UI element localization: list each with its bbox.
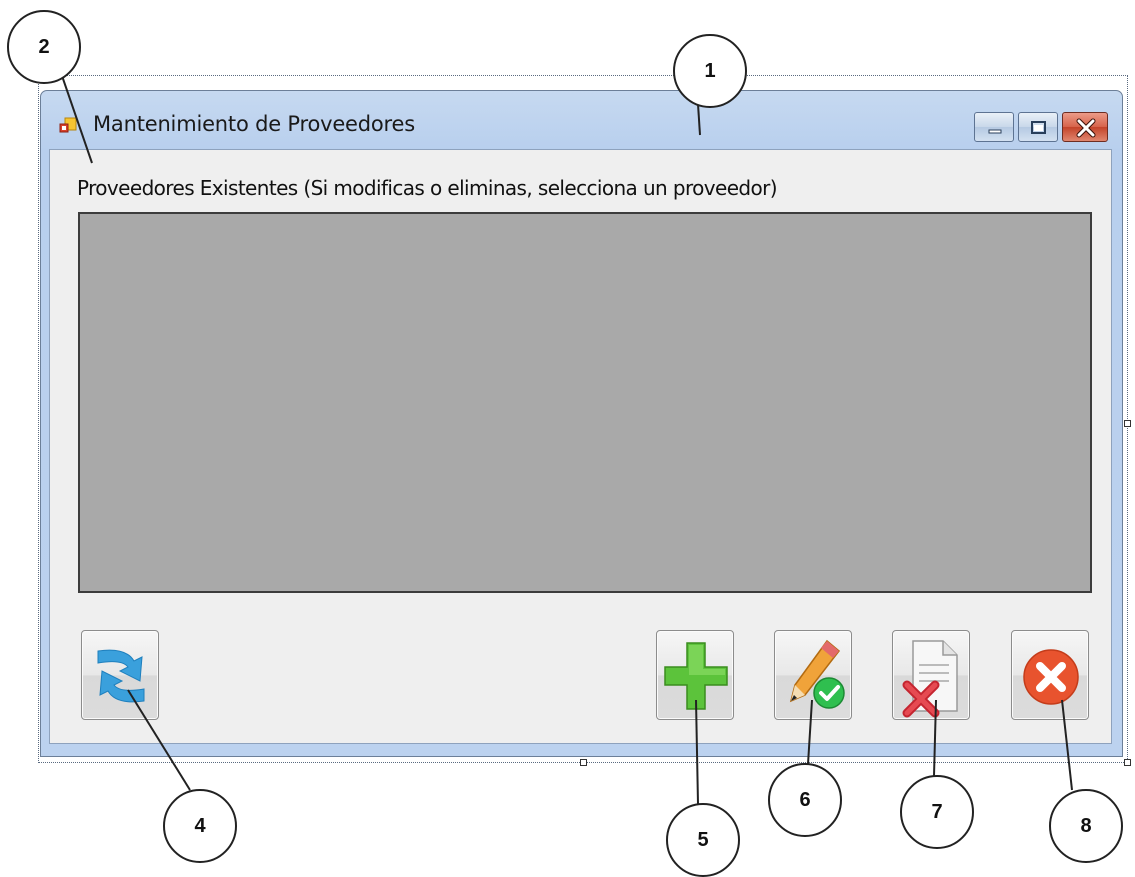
callout-4: 4 [163,789,237,863]
callout-2: 2 [7,10,81,84]
callout-1: 1 [673,34,747,108]
callout-7: 7 [900,775,974,849]
callout-8: 8 [1049,789,1123,863]
callout-leaders [59,69,1073,805]
callout-6: 6 [768,763,842,837]
callout-5: 5 [666,803,740,877]
